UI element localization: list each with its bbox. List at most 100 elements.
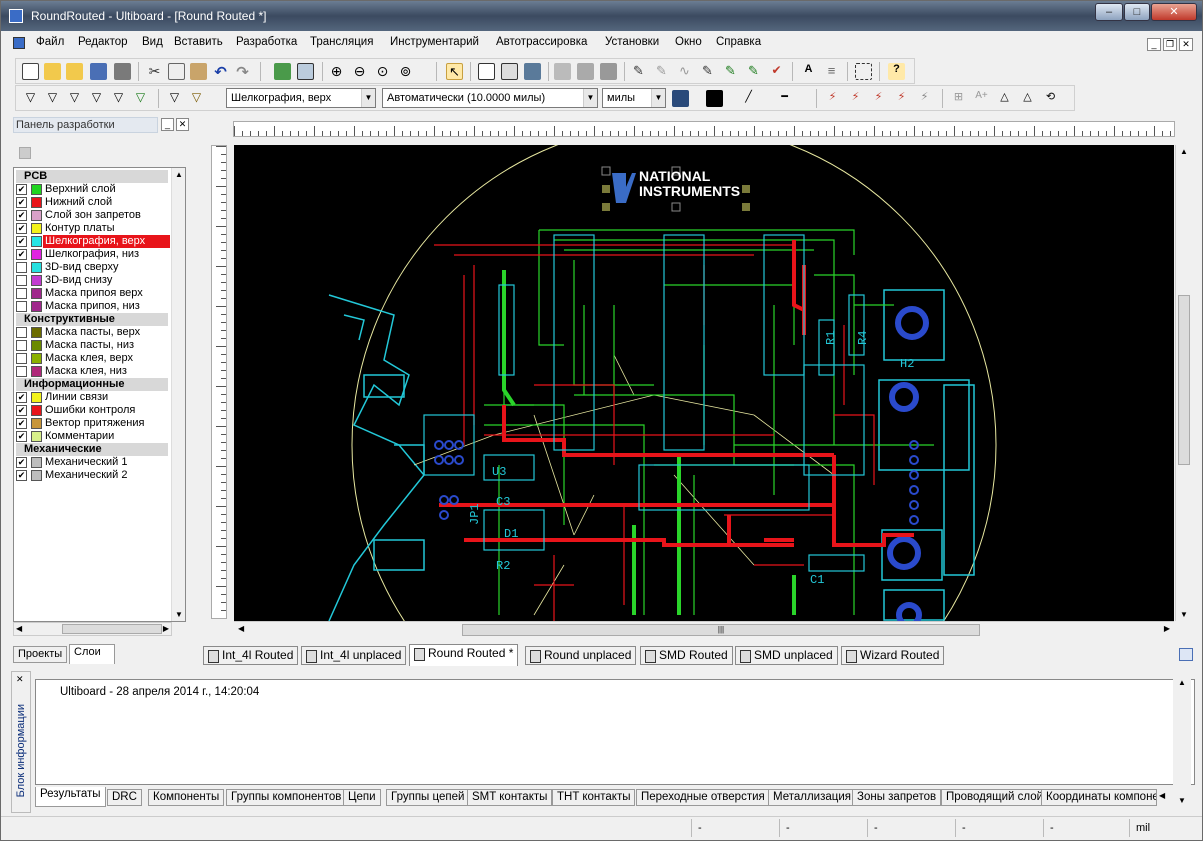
info-close-icon[interactable]: ✕ [16, 674, 24, 685]
layer-group-header[interactable]: Механические [16, 443, 168, 456]
layer-tool-icon[interactable] [19, 147, 31, 159]
fill-color-icon[interactable] [672, 90, 689, 107]
layer-group-header[interactable]: Конструктивные [16, 313, 168, 326]
cut-icon[interactable]: ✂ [146, 63, 163, 80]
spreadsheet-icon[interactable] [478, 63, 495, 80]
fill-icon[interactable]: ✎ [745, 63, 762, 80]
line-color-icon[interactable] [706, 90, 723, 107]
minimize-button[interactable]: – [1095, 3, 1123, 21]
close-button[interactable]: ✕ [1151, 3, 1197, 21]
layer-item[interactable]: ✔ Линии связи [16, 391, 168, 404]
layer-checkbox[interactable] [16, 366, 27, 377]
layer-checkbox[interactable]: ✔ [16, 223, 27, 234]
filter-select-5-icon[interactable]: ▽ [110, 90, 127, 107]
layer-item[interactable]: Маска пасты, низ [16, 339, 168, 352]
layer-list-hscrollbar[interactable]: ◀ ▶ [13, 622, 172, 636]
tab-component-coords[interactable]: Координаты компоне [1041, 789, 1157, 806]
layer-checkbox[interactable]: ✔ [16, 249, 27, 260]
layer-checkbox[interactable]: ✔ [16, 184, 27, 195]
menu-window[interactable]: Окно [675, 36, 702, 48]
layer-checkbox[interactable]: ✔ [16, 431, 27, 442]
doc-icon[interactable] [13, 37, 25, 49]
tab-round-routed[interactable]: Round Routed * [409, 644, 519, 666]
route-3-icon[interactable]: ⚡ [870, 90, 887, 107]
tab-layers[interactable]: Слои [69, 644, 115, 664]
menu-insert[interactable]: Вставить [174, 36, 223, 48]
layer-checkbox[interactable]: ✔ [16, 418, 27, 429]
layer-checkbox[interactable] [16, 327, 27, 338]
layer-checkbox[interactable]: ✔ [16, 197, 27, 208]
layer-checkbox[interactable]: ✔ [16, 405, 27, 416]
copper-icon[interactable]: ✎ [722, 63, 739, 80]
select-rect-icon[interactable] [855, 63, 872, 80]
tab-keepouts[interactable]: Зоны запретов [852, 789, 942, 806]
layer-item[interactable]: ✔ Ошибки контроля [16, 404, 168, 417]
layer-item[interactable]: ✔ Механический 1 [16, 456, 168, 469]
paste-icon[interactable] [190, 63, 207, 80]
tab-round-unplaced[interactable]: Round unplaced [525, 646, 637, 665]
route-1-icon[interactable]: ⚡ [824, 90, 841, 107]
mdi-restore-button[interactable]: ❐ [1163, 38, 1177, 51]
pcb-canvas[interactable]: NATIONAL INSTRUMENTS U3 D1 R2 C3 C1 R1 R… [234, 145, 1174, 621]
filter-select-3-icon[interactable]: ▽ [66, 90, 83, 107]
tab-net-groups[interactable]: Группы цепей [386, 789, 470, 806]
mdi-minimize-button[interactable]: _ [1147, 38, 1161, 51]
fullscreen-icon[interactable] [297, 63, 314, 80]
maximize-button[interactable]: □ [1124, 3, 1150, 21]
layer-item[interactable]: 3D-вид сверху [16, 261, 168, 274]
layer-item[interactable]: Маска клея, верх [16, 352, 168, 365]
align-2-icon[interactable]: A+ [973, 90, 990, 107]
save-icon[interactable] [90, 63, 107, 80]
align-1-icon[interactable]: ⊞ [950, 90, 967, 107]
place-icon[interactable] [600, 63, 617, 80]
tab-copper-layer[interactable]: Проводящий слой [941, 789, 1049, 806]
layer-checkbox[interactable] [16, 288, 27, 299]
scroll-right-icon[interactable]: ▶ [163, 624, 169, 633]
filter-select-7-icon[interactable]: ▽ [166, 90, 183, 107]
units-select[interactable]: милы ▼ [602, 88, 666, 108]
menu-file[interactable]: Файл [36, 36, 64, 48]
line-width-icon[interactable]: ━ [776, 90, 793, 107]
scroll-thumb[interactable] [62, 624, 162, 634]
undo-icon[interactable]: ↶ [212, 63, 229, 81]
scroll-up-icon[interactable]: ▲ [1178, 678, 1186, 687]
panel-title[interactable]: Панель разработки [13, 117, 158, 133]
canvas-vscrollbar[interactable]: ▲ ▼ [1175, 145, 1191, 621]
route-4-icon[interactable]: ⚡ [893, 90, 910, 107]
filter-select-1-icon[interactable]: ▽ [22, 90, 39, 107]
layer-item[interactable]: ✔ Комментарии [16, 430, 168, 443]
scroll-down-icon[interactable]: ▼ [1180, 610, 1188, 619]
tab-copper-areas[interactable]: Металлизация [768, 789, 857, 806]
scroll-thumb[interactable] [1178, 295, 1190, 465]
open-project-icon[interactable] [66, 63, 83, 80]
menu-options[interactable]: Установки [605, 36, 659, 48]
route-5-icon[interactable]: ⚡ [916, 90, 933, 107]
new-icon[interactable] [22, 63, 39, 80]
tab-components[interactable]: Компоненты [148, 789, 225, 806]
tab-component-groups[interactable]: Группы компонентов [226, 789, 347, 806]
layer-item[interactable]: Маска клея, низ [16, 365, 168, 378]
layer-item[interactable]: ✔ Вектор притяжения [16, 417, 168, 430]
menu-autoroute[interactable]: Автотрассировка [496, 36, 587, 48]
scroll-left-icon[interactable]: ◀ [238, 624, 244, 633]
layer-checkbox[interactable]: ✔ [16, 392, 27, 403]
scroll-thumb[interactable]: ||| [462, 624, 980, 636]
layer-item[interactable]: Маска припоя верх [16, 287, 168, 300]
redo-icon[interactable]: ↷ [234, 63, 251, 81]
tab-nets[interactable]: Цепи [343, 789, 381, 806]
refresh-icon[interactable] [274, 63, 291, 80]
tab-projects[interactable]: Проекты [13, 646, 68, 663]
tab-smd-routed[interactable]: SMD Routed [640, 646, 733, 665]
tab-drc[interactable]: DRC [107, 789, 142, 806]
text-icon[interactable]: A [800, 63, 817, 80]
layer-checkbox[interactable] [16, 262, 27, 273]
layer-list-scrollbar[interactable]: ▲ ▼ [171, 168, 185, 621]
group-icon[interactable] [577, 63, 594, 80]
layer-group-header[interactable]: Информационные [16, 378, 168, 391]
zoom-fit-icon[interactable]: ⊚ [397, 63, 414, 80]
draw-line-icon[interactable]: ✎ [630, 63, 647, 80]
filter-select-2-icon[interactable]: ▽ [44, 90, 61, 107]
tab-results[interactable]: Результаты [35, 787, 106, 807]
layer-item[interactable]: 3D-вид снизу [16, 274, 168, 287]
layer-group-header[interactable]: PCB [16, 170, 168, 183]
